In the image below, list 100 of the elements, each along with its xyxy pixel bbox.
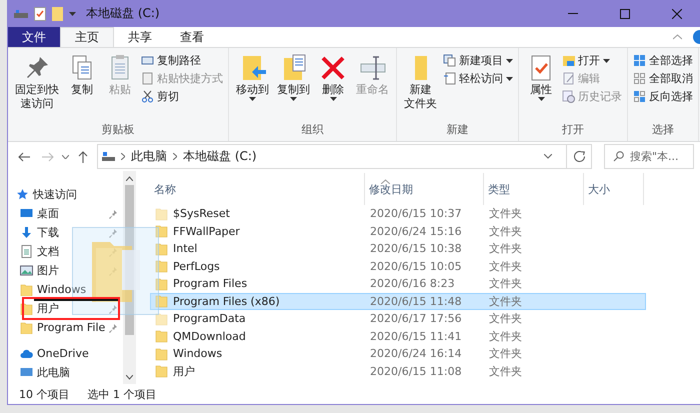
file-name: PerfLogs	[151, 259, 366, 274]
caret-icon	[330, 97, 336, 101]
folder-icon[interactable]	[52, 6, 63, 20]
file-row[interactable]: FFWallPaper 2020/6/24 15:16 文件夹	[150, 222, 646, 240]
folder-icon	[155, 242, 168, 256]
ribbon-button[interactable]: 全部取消	[633, 71, 693, 86]
folder-icon	[155, 276, 168, 291]
file-name: $SysReset	[151, 206, 366, 221]
modified-date: 2020/6/17 17:56	[369, 312, 463, 326]
ribbon-button[interactable]: 移动到	[234, 51, 271, 121]
scroll-up-icon[interactable]	[126, 176, 133, 181]
drive-icon	[102, 152, 115, 162]
breadcrumb[interactable]: 本地磁盘 (C:)	[183, 148, 257, 165]
file-row[interactable]: Intel 2020/6/15 10:38 文件夹	[150, 240, 646, 258]
group-label: 新建	[446, 122, 470, 138]
folder-icon	[155, 346, 168, 361]
recent-caret-icon[interactable]	[62, 154, 69, 158]
ribbon-button[interactable]: 复制到	[275, 51, 312, 121]
file-row[interactable]: PerfLogs 2020/6/15 10:05 文件夹	[150, 258, 646, 275]
search-icon	[613, 151, 624, 162]
folder-icon	[155, 259, 168, 274]
ribbon-button[interactable]: 固定到快 速访问	[13, 51, 61, 121]
select-none-icon	[633, 72, 646, 85]
ribbon-button[interactable]: 复制	[65, 51, 99, 121]
file-name: ProgramData	[151, 312, 366, 326]
ribbon-button[interactable]: 新建 文件夹	[402, 51, 439, 121]
modified-date: 2020/6/24 16:14	[369, 347, 463, 360]
ribbon-button[interactable]: 属性	[524, 51, 558, 121]
ribbon-button[interactable]: 反向选择	[633, 89, 693, 104]
shortcut-icon	[141, 72, 154, 85]
caret-icon	[290, 97, 297, 101]
caret-icon[interactable]	[544, 154, 552, 159]
ribbon-button[interactable]: 打开	[562, 53, 622, 68]
file-row[interactable]: 用户 2020/6/15 11:08 文件夹	[150, 362, 646, 380]
nav-item[interactable]: 快速访问	[16, 185, 123, 204]
scissors-icon	[141, 90, 154, 103]
file-name: Program Files	[151, 276, 366, 291]
group-label: 打开	[561, 122, 585, 138]
file-row[interactable]: Program Files (x86) 2020/6/15 11:48 文件夹	[150, 292, 646, 310]
nav-item[interactable]: 桌面	[16, 204, 123, 223]
close-icon	[672, 8, 682, 18]
file-type: 文件夹	[488, 311, 523, 326]
column-header[interactable]: 修改日期	[365, 173, 484, 205]
address-bar[interactable]: 此电脑 本地磁盘 (C:)	[97, 144, 592, 169]
nav-item[interactable]: OneDrive	[16, 344, 123, 363]
modified-date: 2020/6/15 10:05	[369, 260, 463, 273]
nav-item[interactable]: Windows	[16, 280, 123, 299]
caret-icon	[249, 97, 256, 101]
customize-caret-icon	[69, 12, 76, 16]
folder-icon	[155, 329, 168, 344]
file-row[interactable]: ProgramData 2020/6/17 17:56 文件夹	[150, 310, 646, 328]
breadcrumb[interactable]: 此电脑	[131, 148, 167, 165]
ribbon-button[interactable]: 复制路径	[141, 53, 223, 68]
ribbon-tab[interactable]: 查看	[166, 27, 218, 47]
ribbon-button[interactable]: 剪切	[141, 89, 223, 104]
file-type: 文件夹	[488, 206, 523, 222]
chevron-icon	[173, 153, 177, 160]
file-row[interactable]: Windows 2020/6/24 16:14 文件夹	[150, 345, 646, 362]
file-type: 文件夹	[488, 241, 523, 256]
file-row[interactable]: Program Files 2020/6/16 8:23 文件夹	[150, 275, 646, 292]
nav-item[interactable]: 此电脑	[16, 363, 123, 382]
ribbon-button[interactable]: 全部选择	[633, 53, 693, 68]
column-header[interactable]: 大小	[584, 173, 644, 205]
scroll-down-icon[interactable]	[126, 375, 133, 380]
caret-icon	[506, 76, 513, 80]
up-icon[interactable]	[78, 150, 88, 162]
group-label: 组织	[300, 122, 324, 138]
refresh-icon	[574, 151, 584, 162]
ribbon-button[interactable]: 新建项目	[443, 53, 513, 68]
ribbon-button[interactable]: 删除	[316, 51, 350, 121]
properties-icon[interactable]	[34, 6, 46, 20]
search-field[interactable]: 搜索"本...	[604, 144, 694, 169]
new-item-icon	[443, 54, 456, 67]
selection-count: 选中 1 个项目	[88, 386, 156, 402]
folder-icon	[155, 312, 168, 326]
column-header[interactable]: 名称	[150, 173, 365, 205]
monitor-icon	[20, 207, 33, 220]
file-row[interactable]: $SysReset 2020/6/15 10:37 文件夹	[150, 205, 646, 222]
collapse-ribbon-icon[interactable]	[673, 34, 682, 40]
column-header[interactable]: 类型	[484, 173, 584, 205]
nav-item[interactable]: Program File	[16, 318, 123, 337]
back-icon[interactable]	[18, 152, 30, 162]
document-icon	[20, 245, 33, 258]
ribbon-tab[interactable]: 主页	[60, 27, 114, 47]
ribbon-button[interactable]: 轻松访问	[443, 71, 513, 86]
caret-icon	[506, 58, 513, 62]
sort-caret-icon	[381, 179, 390, 184]
file-row[interactable]: QMDownload 2020/6/15 11:41 文件夹	[150, 328, 646, 345]
file-type: 文件夹	[488, 224, 523, 239]
ribbon-tab[interactable]: 文件	[8, 27, 60, 47]
minimize-icon	[568, 13, 578, 14]
select-all-icon	[633, 54, 646, 67]
nav-item[interactable]: 下载	[16, 223, 123, 242]
modified-date: 2020/6/15 11:48	[369, 294, 463, 308]
new-folder-icon	[414, 53, 426, 83]
ribbon-tab[interactable]: 共享	[114, 27, 166, 47]
folder-icon	[155, 294, 168, 308]
image-icon	[20, 264, 33, 277]
modified-date: 2020/6/15 11:41	[369, 330, 463, 343]
modified-date: 2020/6/15 11:08	[369, 364, 463, 378]
